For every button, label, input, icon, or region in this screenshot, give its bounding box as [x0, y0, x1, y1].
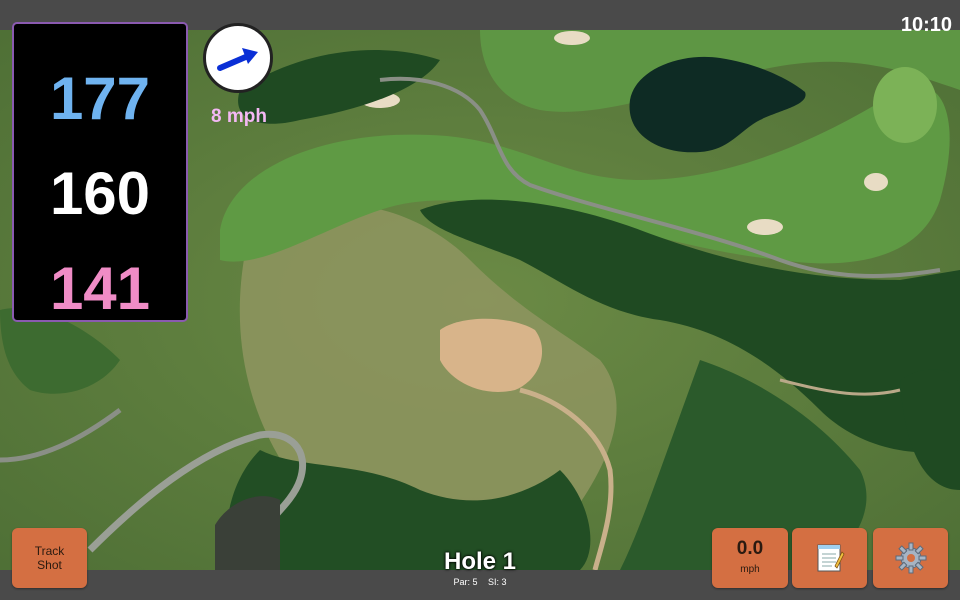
wind-direction-indicator: [203, 23, 273, 93]
speed-value: 0.0: [736, 538, 764, 559]
distance-front: 141: [49, 255, 151, 322]
hole-par: Par: 5: [453, 577, 478, 587]
track-shot-label-line2: Shot: [37, 558, 62, 572]
gear-icon: [895, 542, 926, 574]
speed-unit: mph: [740, 564, 760, 575]
track-shot-label-line1: Track: [34, 544, 65, 558]
track-shot-button[interactable]: Track Shot: [12, 528, 87, 588]
hole-info: Par: 5 SI: 3: [380, 577, 580, 587]
notepad-icon: [817, 544, 844, 572]
distance-center: 160: [49, 160, 151, 227]
speed-button[interactable]: 0.0 mph: [712, 528, 788, 588]
distance-back: 177: [49, 65, 151, 132]
wind-arrow-icon: [217, 48, 258, 71]
hole-stroke-index: SI: 3: [488, 577, 507, 587]
wind-speed: 8 mph: [211, 106, 267, 127]
settings-button[interactable]: [873, 528, 948, 588]
notes-button[interactable]: [792, 528, 867, 588]
status-time: 10:10: [900, 14, 952, 36]
hole-title: Hole 1: [443, 548, 517, 575]
distance-panel: 177 160 141: [12, 22, 188, 322]
